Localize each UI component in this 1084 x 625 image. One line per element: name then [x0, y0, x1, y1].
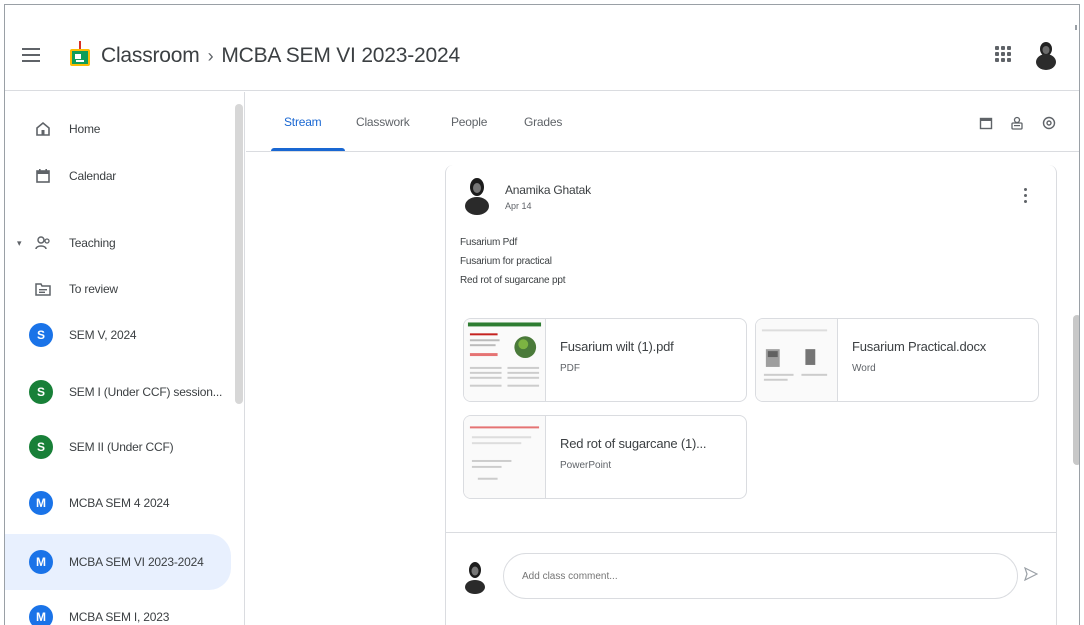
attachment-pdf[interactable]: Fusarium wilt (1).pdf PDF [463, 318, 747, 402]
attachment-title: Fusarium wilt (1).pdf [560, 339, 674, 354]
user-avatar [465, 562, 485, 594]
sidebar-item-label: Calendar [69, 169, 117, 183]
class-tabs: Stream Classwork People Grades [246, 92, 1079, 152]
attachment-word[interactable]: Fusarium Practical.docx Word [755, 318, 1039, 402]
calendar-icon[interactable] [978, 115, 994, 131]
more-options-icon[interactable] [1024, 188, 1028, 206]
attachment-type: Word [852, 363, 876, 374]
sidebar-item-to-review[interactable]: To review [5, 269, 231, 309]
class-avatar: S [29, 323, 53, 347]
docx-thumbnail [756, 319, 838, 401]
breadcrumb-separator: › [207, 46, 214, 66]
class-avatar: M [29, 491, 53, 515]
divider [446, 532, 1056, 533]
class-comment-input[interactable] [503, 553, 1018, 599]
breadcrumb-class-name[interactable]: MCBA SEM VI 2023-2024 [221, 44, 460, 67]
class-avatar: M [29, 550, 53, 574]
sidebar-item-label: Home [69, 122, 101, 136]
sidebar-item-label: MCBA SEM 4 2024 [69, 496, 170, 510]
tab-classwork[interactable]: Classwork [356, 92, 410, 152]
sidebar-item-calendar[interactable]: Calendar [5, 156, 231, 196]
class-avatar: M [29, 605, 53, 625]
account-avatar[interactable] [1029, 36, 1063, 70]
folder-review-icon [35, 283, 51, 296]
sidebar-item-class[interactable]: M MCBA SEM I, 2023 [5, 597, 231, 625]
app-window: Classroom › MCBA SEM VI 2023-2024 Home Cal… [4, 4, 1080, 625]
post-author-name[interactable]: Anamika Ghatak [505, 183, 591, 197]
tab-people[interactable]: People [451, 92, 487, 152]
tab-stream[interactable]: Stream [284, 92, 322, 152]
post-date: Apr 14 [505, 201, 532, 211]
main-scrollbar[interactable] [1073, 315, 1079, 465]
class-avatar: S [29, 380, 53, 404]
sidebar-item-teaching[interactable]: ▾ Teaching [5, 223, 231, 263]
main-menu-icon[interactable] [22, 48, 40, 62]
expand-arrow-icon[interactable]: ▾ [17, 238, 22, 249]
sidebar-scrollbar[interactable] [235, 104, 243, 404]
attachment-title: Red rot of sugarcane (1)... [560, 436, 707, 451]
sidebar-item-label: MCBA SEM VI 2023-2024 [69, 555, 204, 569]
sidebar-item-class[interactable]: S SEM V, 2024 [5, 315, 231, 355]
post-text-line: Red rot of sugarcane ppt [460, 275, 566, 286]
attachment-type: PowerPoint [560, 460, 612, 471]
sidebar-item-label: MCBA SEM I, 2023 [69, 610, 170, 624]
drive-folder-icon[interactable] [1009, 115, 1025, 131]
pptx-thumbnail [464, 416, 546, 498]
sidebar-item-label: Teaching [69, 236, 116, 250]
calendar-icon [36, 169, 50, 183]
sidebar-item-class[interactable]: S SEM I (Under CCF) session... [5, 372, 231, 412]
post-text-line: Fusarium for practical [460, 256, 552, 267]
sidebar-item-label: SEM V, 2024 [69, 328, 137, 342]
scrollbar-arrow[interactable] [1075, 25, 1077, 30]
class-avatar: S [29, 435, 53, 459]
people-icon [35, 236, 50, 250]
sidebar-item-label: SEM I (Under CCF) session... [69, 385, 223, 399]
breadcrumb: Classroom › MCBA SEM VI 2023-2024 [101, 44, 460, 68]
send-icon[interactable] [1024, 567, 1038, 581]
google-apps-icon[interactable] [995, 46, 1011, 62]
sidebar-item-label: To review [69, 282, 118, 296]
sidebar-item-class-active[interactable]: M MCBA SEM VI 2023-2024 [5, 534, 231, 590]
author-avatar[interactable] [463, 175, 491, 215]
active-tab-indicator [271, 148, 345, 151]
post-text-line: Fusarium Pdf [460, 237, 518, 248]
attachment-powerpoint[interactable]: Red rot of sugarcane (1)... PowerPoint [463, 415, 747, 499]
sidebar-item-class[interactable]: M MCBA SEM 4 2024 [5, 483, 231, 523]
top-app-bar: Classroom › MCBA SEM VI 2023-2024 [5, 5, 1079, 91]
sidebar-item-class[interactable]: S SEM II (Under CCF) [5, 427, 231, 467]
classroom-logo-icon[interactable] [69, 41, 91, 67]
attachment-type: PDF [560, 363, 580, 374]
settings-gear-icon[interactable] [1041, 115, 1057, 131]
attachment-title: Fusarium Practical.docx [852, 339, 987, 354]
home-icon [36, 121, 50, 136]
sidebar-item-label: SEM II (Under CCF) [69, 440, 174, 454]
breadcrumb-app-name[interactable]: Classroom [101, 44, 200, 67]
navigation-drawer: Home Calendar ▾ Teaching To review S SEM… [5, 92, 245, 625]
sidebar-item-home[interactable]: Home [5, 109, 231, 149]
pdf-thumbnail [464, 319, 546, 401]
tab-grades[interactable]: Grades [524, 92, 562, 152]
